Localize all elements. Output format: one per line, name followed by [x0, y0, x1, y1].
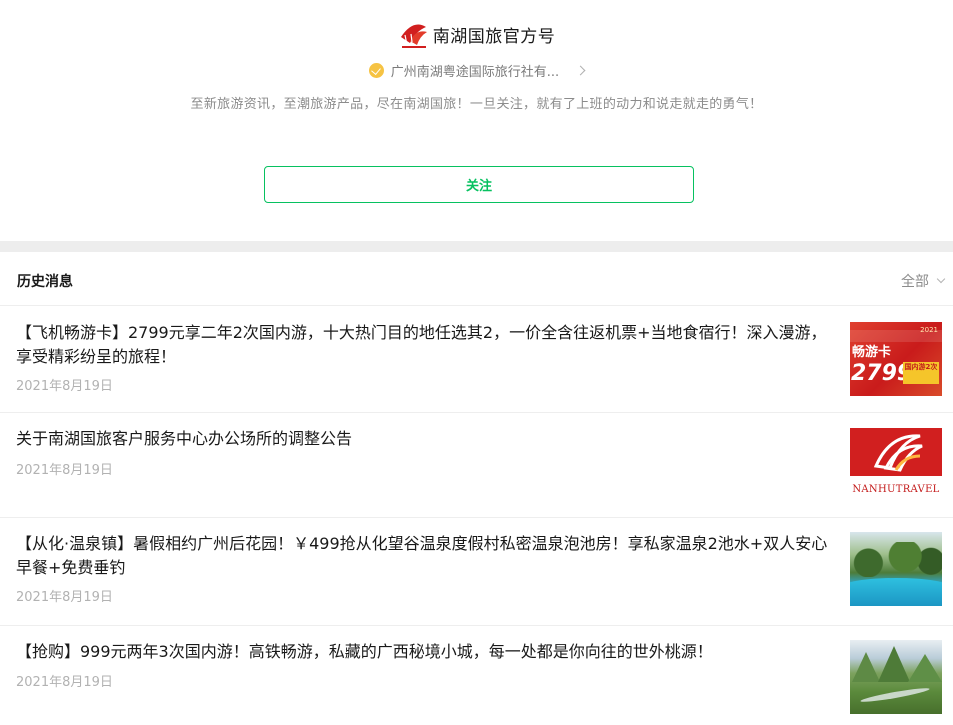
- nanhu-logo-icon: [398, 19, 429, 50]
- section-divider: [0, 241, 953, 252]
- account-title-row: 南湖国旅官方号: [0, 19, 953, 50]
- article-date: 2021年8月19日: [16, 463, 113, 478]
- company-name: 广州南湖粤途国际旅行社有...: [390, 65, 560, 80]
- river-shape: [860, 685, 930, 705]
- thumb-tag: 2021: [920, 326, 938, 334]
- article-list: 【飞机畅游卡】2799元享二年2次国内游，十大热门目的地任选其2，一价全含往返机…: [0, 307, 953, 716]
- article-title: 【抢购】999元两年3次国内游！高铁畅游，私藏的广西秘境小城，每一处都是你向往的…: [16, 642, 713, 661]
- account-header: 南湖国旅官方号 广州南湖粤途国际旅行社有... 至新旅游资讯，至潮旅游产品，尽在…: [0, 0, 953, 240]
- article-date: 2021年8月19日: [16, 675, 113, 690]
- article-date: 2021年8月19日: [16, 590, 113, 605]
- follow-button[interactable]: 关注: [264, 166, 694, 203]
- pool-shape: [850, 578, 942, 606]
- filter-label: 全部: [901, 274, 929, 290]
- article-thumbnail: [850, 640, 942, 714]
- article-title: 【飞机畅游卡】2799元享二年2次国内游，十大热门目的地任选其2，一价全含往返机…: [16, 323, 827, 366]
- nanhu-logo-icon: [873, 434, 923, 472]
- verified-company-link[interactable]: 广州南湖粤途国际旅行社有...: [0, 61, 953, 80]
- article-item[interactable]: 【飞机畅游卡】2799元享二年2次国内游，十大热门目的地任选其2，一价全含往返机…: [0, 307, 953, 413]
- article-thumbnail: NANHUTRAVEL: [850, 428, 942, 502]
- chevron-right-icon: [575, 65, 586, 76]
- peak-shape: [852, 652, 880, 682]
- account-name: 南湖国旅官方号: [432, 27, 556, 47]
- history-filter-dropdown[interactable]: 全部: [901, 271, 946, 291]
- article-item[interactable]: 【抢购】999元两年3次国内游！高铁畅游，私藏的广西秘境小城，每一处都是你向往的…: [0, 626, 953, 716]
- history-title: 历史消息: [17, 274, 73, 290]
- trees-shape: [850, 542, 942, 577]
- account-description: 至新旅游资讯，至潮旅游产品，尽在南湖国旅！一旦关注，就有了上班的动力和说走就走的…: [190, 97, 763, 112]
- thumb-label: 畅游卡: [852, 345, 892, 360]
- article-title: 关于南湖国旅客户服务中心办公场所的调整公告: [16, 429, 353, 448]
- brand-name: NANHUTRAVEL: [852, 484, 940, 495]
- article-item[interactable]: 关于南湖国旅客户服务中心办公场所的调整公告 2021年8月19日 NANHUTR…: [0, 413, 953, 518]
- article-title: 【从化·温泉镇】暑假相约广州后花园！￥499抢从化望谷温泉度假村私密温泉泡池房！…: [16, 534, 828, 577]
- peak-shape: [878, 646, 910, 682]
- chevron-down-icon: [936, 274, 946, 284]
- article-thumbnail: [850, 532, 942, 606]
- history-header: 历史消息 全部: [0, 252, 953, 306]
- article-thumbnail: 2021 畅游卡 2799 国内游2次: [850, 322, 942, 396]
- verified-check-icon: [368, 63, 384, 78]
- article-item[interactable]: 【从化·温泉镇】暑假相约广州后花园！￥499抢从化望谷温泉度假村私密温泉泡池房！…: [0, 518, 953, 626]
- article-date: 2021年8月19日: [16, 379, 113, 394]
- thumb-badge: 国内游2次: [903, 362, 939, 384]
- peak-shape: [908, 654, 942, 682]
